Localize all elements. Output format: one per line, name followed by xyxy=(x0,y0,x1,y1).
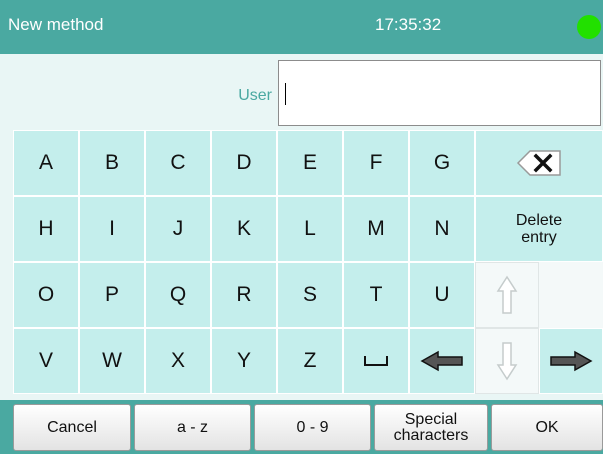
special-characters-button[interactable]: Special characters xyxy=(374,404,488,451)
key-i[interactable]: I xyxy=(79,196,145,262)
key-s[interactable]: S xyxy=(277,262,343,328)
cancel-button[interactable]: Cancel xyxy=(13,404,131,451)
title-bar: New method 17:35:32 xyxy=(0,0,603,54)
key-r[interactable]: R xyxy=(211,262,277,328)
key-n[interactable]: N xyxy=(409,196,475,262)
key-l[interactable]: L xyxy=(277,196,343,262)
key-m[interactable]: M xyxy=(343,196,409,262)
clock: 17:35:32 xyxy=(375,15,442,34)
status-indicator xyxy=(577,15,601,39)
key-u[interactable]: U xyxy=(409,262,475,328)
key-k[interactable]: K xyxy=(211,196,277,262)
key-x[interactable]: X xyxy=(145,328,211,394)
delete-entry-key[interactable]: Delete entry xyxy=(475,196,603,262)
key-a[interactable]: A xyxy=(13,130,79,196)
backspace-key[interactable] xyxy=(475,130,603,196)
key-z[interactable]: Z xyxy=(277,328,343,394)
user-label: User xyxy=(238,87,272,104)
space-key[interactable] xyxy=(343,328,409,394)
key-d[interactable]: D xyxy=(211,130,277,196)
empty-key-slot xyxy=(539,262,603,328)
digits-button[interactable]: 0 - 9 xyxy=(254,404,371,451)
user-input[interactable] xyxy=(278,60,601,126)
cursor-left-key[interactable] xyxy=(409,328,475,394)
cursor-up-key[interactable] xyxy=(475,262,539,328)
key-v[interactable]: V xyxy=(13,328,79,394)
key-p[interactable]: P xyxy=(79,262,145,328)
cursor-right-key[interactable] xyxy=(539,328,603,394)
text-caret xyxy=(285,83,286,105)
arrow-down-icon xyxy=(496,341,518,381)
key-g[interactable]: G xyxy=(409,130,475,196)
space-icon xyxy=(364,349,388,373)
key-c[interactable]: C xyxy=(145,130,211,196)
lowercase-button[interactable]: a - z xyxy=(134,404,251,451)
window-title: New method xyxy=(8,15,104,34)
arrow-up-icon xyxy=(496,275,518,315)
arrow-right-icon xyxy=(549,350,593,372)
key-j[interactable]: J xyxy=(145,196,211,262)
cursor-down-key[interactable] xyxy=(475,328,539,394)
ok-button[interactable]: OK xyxy=(491,404,603,451)
key-w[interactable]: W xyxy=(79,328,145,394)
key-y[interactable]: Y xyxy=(211,328,277,394)
arrow-left-icon xyxy=(420,350,464,372)
backspace-icon xyxy=(516,149,562,177)
key-o[interactable]: O xyxy=(13,262,79,328)
key-f[interactable]: F xyxy=(343,130,409,196)
key-e[interactable]: E xyxy=(277,130,343,196)
key-b[interactable]: B xyxy=(79,130,145,196)
key-h[interactable]: H xyxy=(13,196,79,262)
key-t[interactable]: T xyxy=(343,262,409,328)
key-q[interactable]: Q xyxy=(145,262,211,328)
